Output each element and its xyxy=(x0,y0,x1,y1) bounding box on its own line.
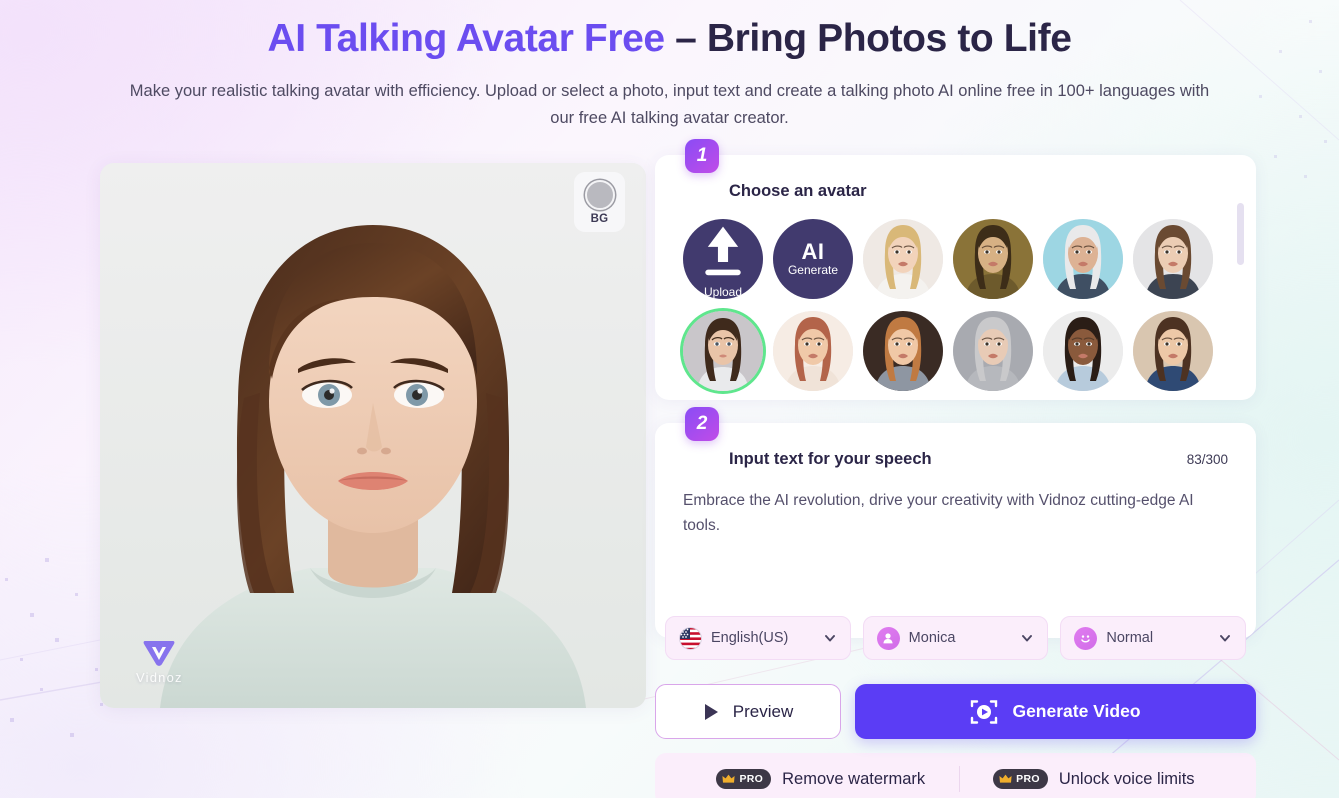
pro-badge-label: PRO xyxy=(739,773,764,785)
page-title: AI Talking Avatar Free – Bring Photos to… xyxy=(0,10,1339,68)
choose-avatar-title: Choose an avatar xyxy=(729,181,867,200)
video-capture-icon xyxy=(971,699,998,724)
avatar-item-avatar-black-man[interactable] xyxy=(1043,311,1123,391)
pro-badge-label: PRO xyxy=(1016,773,1040,785)
avatar-grid: Upload AI Generate xyxy=(683,219,1228,391)
chevron-down-icon xyxy=(824,635,835,642)
vidnoz-logo-icon xyxy=(143,641,175,666)
background-button[interactable]: BG xyxy=(574,172,625,232)
play-icon xyxy=(704,703,718,720)
language-select[interactable]: English(US) xyxy=(665,616,851,660)
style-select[interactable]: Normal xyxy=(1060,616,1247,660)
page-subtitle: Make your realistic talking avatar with … xyxy=(129,82,1210,127)
chevron-down-icon xyxy=(1022,635,1033,642)
avatar-portrait-image xyxy=(100,163,646,708)
language-select-value: English(US) xyxy=(711,630,789,646)
avatar-item-avatar-business-woman[interactable] xyxy=(1133,311,1213,391)
avatar-item-avatar-brunette-woman[interactable] xyxy=(683,311,763,391)
chevron-down-icon xyxy=(1220,635,1230,642)
avatar-item-label: Generate xyxy=(787,262,839,277)
step-2-badge: 2 xyxy=(685,407,719,441)
pro-badge: PRO xyxy=(993,769,1048,789)
choose-avatar-panel: 1 Choose an avatar Upload AI Generate xyxy=(655,139,1256,400)
action-buttons: Preview Generate Video xyxy=(655,684,1256,739)
voice-options-row: English(US) Monica Normal xyxy=(665,616,1247,660)
avatar-item-ai-generate[interactable]: AI Generate xyxy=(773,219,853,299)
choose-avatar-header: Choose an avatar xyxy=(683,175,1228,207)
avatar-item-avatar-mona-lisa[interactable] xyxy=(953,219,1033,299)
avatar-item-avatar-blonde-woman[interactable] xyxy=(863,219,943,299)
speech-input[interactable] xyxy=(683,488,1228,576)
bg-color-swatch-icon xyxy=(584,179,615,210)
crown-icon xyxy=(722,774,736,783)
character-counter: 83/300 xyxy=(1186,451,1228,467)
promo-label: Unlock voice limits xyxy=(1058,769,1195,788)
input-text-panel: 2 Input text for your speech 83/300 Engl… xyxy=(655,407,1256,660)
preview-button[interactable]: Preview xyxy=(655,684,841,739)
smiley-icon xyxy=(1074,626,1098,650)
avatar-scrollbar[interactable] xyxy=(1237,203,1244,363)
unlock-voice-limits-promo[interactable]: PRO Unlock voice limits xyxy=(959,769,1228,789)
generate-video-label: Generate Video xyxy=(1012,701,1141,721)
crown-icon xyxy=(999,774,1012,783)
us-flag-icon xyxy=(679,626,702,650)
remove-watermark-promo[interactable]: PRO Remove watermark xyxy=(682,769,959,789)
hero-header: AI Talking Avatar Free – Bring Photos to… xyxy=(0,10,1339,132)
avatar-item-label: Upload xyxy=(703,284,743,299)
vidnoz-watermark-text: Vidnoz xyxy=(136,670,183,685)
avatar-item-avatar-einstein[interactable] xyxy=(1043,219,1123,299)
page-title-accent: AI Talking Avatar Free xyxy=(267,17,665,60)
avatar-preview-card: BG Vidnoz xyxy=(100,163,646,708)
voice-select-value: Monica xyxy=(908,630,956,646)
person-icon xyxy=(876,626,900,650)
avatar-item-upload[interactable]: Upload xyxy=(683,219,763,299)
generate-video-button[interactable]: Generate Video xyxy=(855,684,1256,739)
pro-badge: PRO xyxy=(716,769,772,789)
promo-label: Remove watermark xyxy=(782,769,926,788)
preview-button-label: Preview xyxy=(732,701,794,721)
avatar-item-avatar-cartoon-man[interactable] xyxy=(773,311,853,391)
voice-select[interactable]: Monica xyxy=(862,616,1049,660)
input-text-title: Input text for your speech xyxy=(729,449,932,468)
avatar-item-avatar-cartoon-woman[interactable] xyxy=(863,311,943,391)
page-title-rest: – Bring Photos to Life xyxy=(664,17,1072,60)
avatar-item-big-label: AI xyxy=(801,238,825,264)
step-1-badge: 1 xyxy=(685,139,719,173)
editor-column: 1 Choose an avatar Upload AI Generate 2 … xyxy=(655,139,1256,798)
upload-icon xyxy=(705,226,741,276)
bg-button-label: BG xyxy=(590,212,609,225)
input-text-header: Input text for your speech 83/300 xyxy=(683,443,1228,475)
style-select-value: Normal xyxy=(1106,630,1154,646)
pro-promo-bar: PRO Remove watermark PRO Unlock voice li… xyxy=(655,753,1256,798)
avatar-item-avatar-man-glasses[interactable] xyxy=(1133,219,1213,299)
vidnoz-watermark: Vidnoz xyxy=(136,638,183,685)
avatar-item-avatar-senior-woman[interactable] xyxy=(953,311,1033,391)
